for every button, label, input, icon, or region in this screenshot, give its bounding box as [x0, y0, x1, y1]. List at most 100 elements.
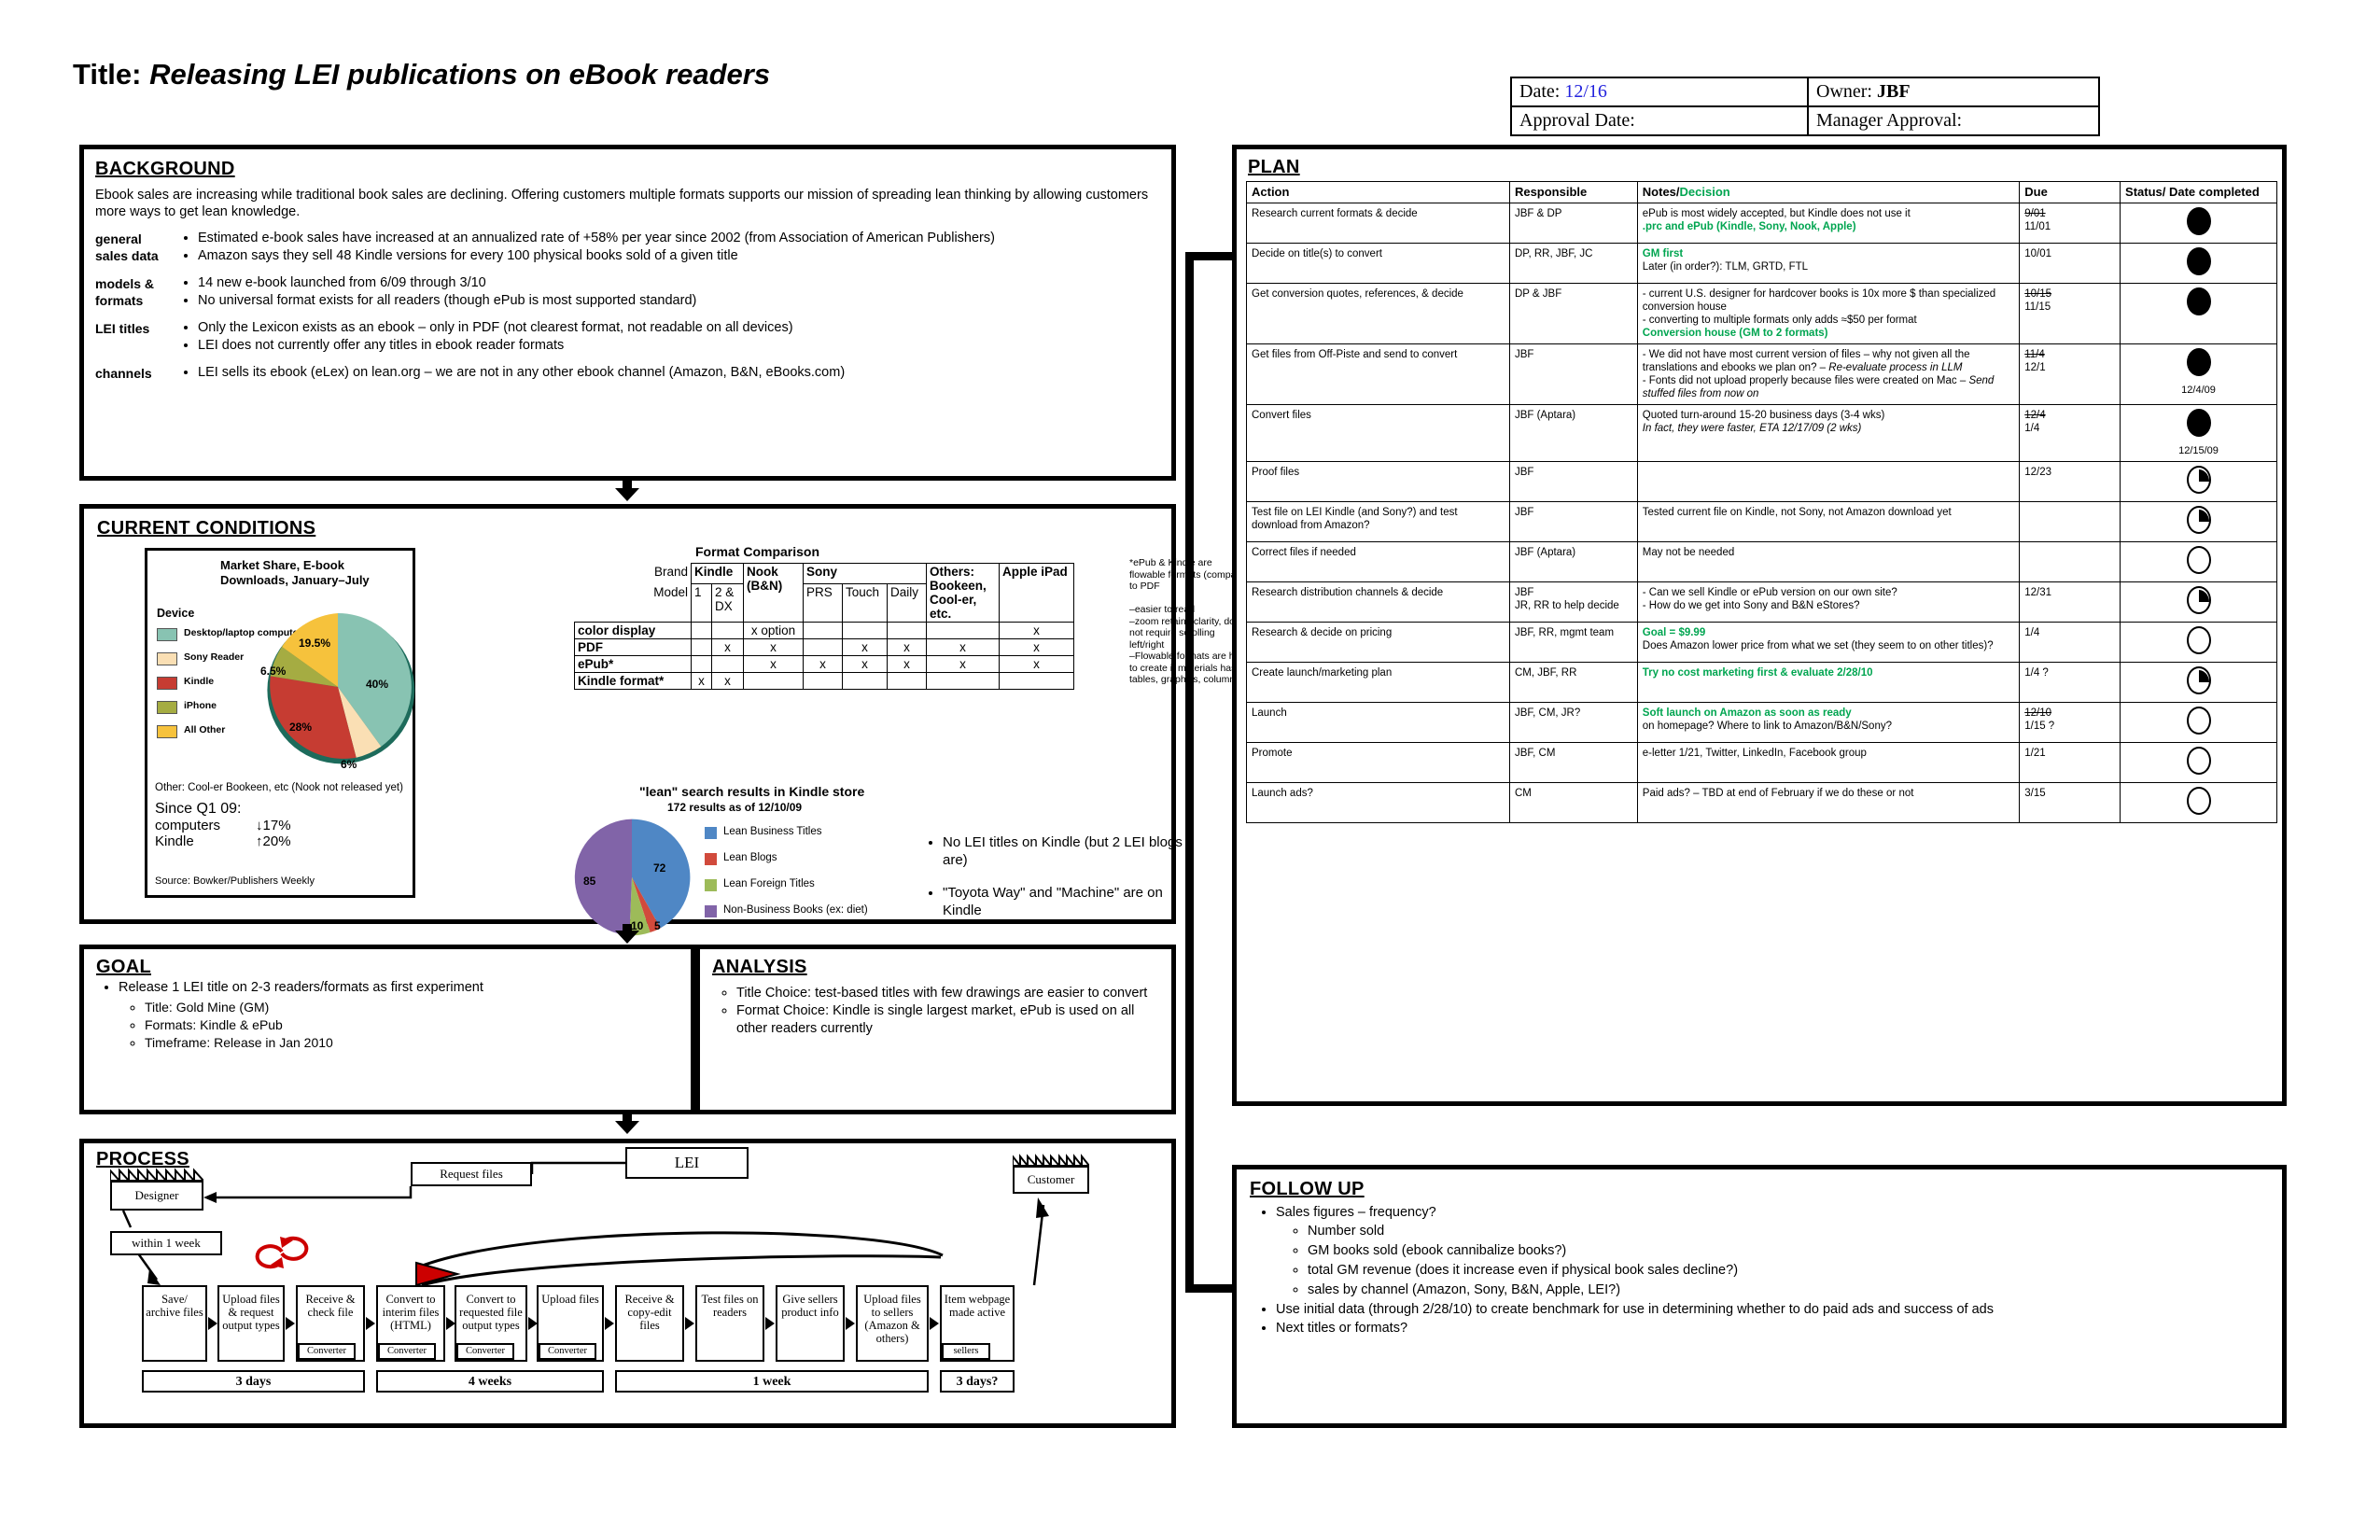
- plan-due: 9/0111/01: [2020, 203, 2121, 244]
- process-lei-box: LEI: [625, 1147, 749, 1179]
- table-row: Convert filesJBF (Aptara)Quoted turn-aro…: [1247, 405, 2277, 462]
- background-group-items: LEI sells its ebook (eLex) on lean.org –…: [177, 364, 1160, 382]
- kindle-search-title: "lean" search results in Kindle store: [639, 784, 864, 799]
- plan-action: Launch ads?: [1247, 783, 1510, 823]
- goal-main-text: Release 1 LEI title on 2-3 readers/forma…: [119, 980, 483, 995]
- cell: [804, 623, 843, 639]
- plan-action: Convert files: [1247, 405, 1510, 462]
- cell: x: [843, 639, 888, 656]
- background-group-channels: channels LEI sells its ebook (eLex) on l…: [95, 364, 1160, 382]
- plan-due-old: 10/15: [2024, 287, 2115, 301]
- process-step-text: Convert to requested file output types: [459, 1293, 523, 1332]
- process-step: Convert to requested file output types C…: [455, 1285, 527, 1362]
- cell: x: [744, 656, 804, 673]
- plan-notes: Try no cost marketing first & evaluate 2…: [1637, 663, 2019, 703]
- kindle-search-legend: Lean Business Titles Lean Blogs Lean For…: [705, 826, 868, 931]
- cell: x: [927, 656, 1000, 673]
- current-conditions-heading: CURRENT CONDITIONS: [97, 518, 315, 539]
- process-step: Give sellers product info: [776, 1285, 845, 1362]
- plan-status-date: 12/4/09: [2125, 384, 2272, 397]
- plan-status: [2121, 203, 2277, 244]
- status-indicator-icon: [2187, 348, 2211, 376]
- plan-action: Test file on LEI Kindle (and Sony?) and …: [1247, 502, 1510, 542]
- list-item: total GM revenue (does it increase even …: [1308, 1261, 2269, 1281]
- cell: x: [1000, 639, 1074, 656]
- process-timebar: 1 week: [615, 1370, 929, 1393]
- model-daily: Daily: [888, 584, 927, 623]
- plan-due: [2020, 542, 2121, 582]
- pie-value-label: 85: [583, 875, 595, 888]
- owner-label: Owner:: [1816, 81, 1872, 102]
- flow-arrow-head: [615, 1121, 639, 1134]
- status-indicator-icon: [2187, 707, 2211, 735]
- cell: [712, 623, 744, 639]
- process-step-text: Save/ archive files: [146, 1293, 203, 1319]
- cell: [843, 673, 888, 690]
- plan-due-current: 11/15: [2024, 301, 2115, 314]
- legend-swatch: [705, 905, 717, 917]
- plan-due: 10/1511/15: [2020, 284, 2121, 344]
- current-conditions-bullets: No LEI titles on Kindle (but 2 LEI blogs…: [924, 833, 1185, 934]
- since-table: computers ↓17% Kindle ↑20%: [155, 818, 291, 849]
- table-row: Proof filesJBF12/23: [1247, 462, 2277, 502]
- market-share-pie-panel: Market Share, E-book Downloads, January–…: [145, 548, 415, 898]
- plan-note-line: Tested current file on Kindle, not Sony,…: [1643, 506, 2014, 519]
- plan-action: Promote: [1247, 743, 1510, 783]
- legend-label: iPhone: [184, 700, 217, 711]
- plan-due: 12/101/15 ?: [2020, 703, 2121, 743]
- plan-action: Correct files if needed: [1247, 542, 1510, 582]
- legend-swatch: [705, 879, 717, 891]
- plan-note-line: - current U.S. designer for hardcover bo…: [1643, 287, 2014, 314]
- plan-note-line: Does Amazon lower price from what we set…: [1643, 639, 2014, 652]
- plan-status: [2121, 542, 2277, 582]
- table-row: Test file on LEI Kindle (and Sony?) and …: [1247, 502, 2277, 542]
- analysis-heading: ANALYSIS: [712, 957, 807, 978]
- plan-due: 11/412/1: [2020, 344, 2121, 405]
- background-group-lei: LEI titles Only the Lexicon exists as an…: [95, 319, 1160, 355]
- plan-note-line: In fact, they were faster, ETA 12/17/09 …: [1643, 422, 2014, 435]
- list-item: GM books sold (ebook cannibalize books?): [1308, 1241, 2269, 1261]
- status-indicator-icon: [2187, 207, 2211, 235]
- table-row: PromoteJBF, CMe-letter 1/21, Twitter, Li…: [1247, 743, 2277, 783]
- plan-notes: e-letter 1/21, Twitter, LinkedIn, Facebo…: [1637, 743, 2019, 783]
- cell: [888, 673, 927, 690]
- list-item: Amazon says they sell 48 Kindle versions…: [198, 247, 1160, 265]
- plan-notes: [1637, 462, 2019, 502]
- legend-swatch: [157, 652, 177, 665]
- since-row-name: computers: [155, 818, 220, 833]
- status-indicator-icon: [2187, 626, 2211, 654]
- plan-note-line: .prc and ePub (Kindle, Sony, Nook, Apple…: [1643, 220, 2014, 233]
- approval-row: Approval Date: Manager Approval:: [1512, 105, 2098, 134]
- cell: [692, 623, 712, 639]
- market-share-pie-chart: [259, 609, 416, 765]
- plan-section: PLAN Action Responsible Notes/Decision D…: [1232, 145, 2287, 1106]
- plan-status: [2121, 244, 2277, 284]
- background-group-items: 14 new e-book launched from 6/09 through…: [177, 274, 1160, 310]
- goal-body: Release 1 LEI title on 2-3 readers/forma…: [96, 979, 681, 1052]
- status-indicator-icon: [2187, 787, 2211, 815]
- legend-label: Non-Business Books (ex: diet): [723, 904, 868, 916]
- process-step-text: Give sellers product info: [781, 1293, 838, 1319]
- row-label-epub: ePub*: [575, 656, 692, 673]
- cell: x: [843, 656, 888, 673]
- cell: [927, 673, 1000, 690]
- process-customer-box: Customer: [1013, 1166, 1089, 1194]
- status-indicator-icon: [2187, 466, 2211, 494]
- analysis-body: Title Choice: test-based titles with few…: [712, 985, 1162, 1038]
- list-item: No LEI titles on Kindle (but 2 LEI blogs…: [943, 833, 1185, 869]
- factory-roof-icon: [110, 1166, 203, 1181]
- plan-due: 1/21: [2020, 743, 2121, 783]
- legend-item: Lean Blogs: [705, 852, 868, 865]
- process-section: PROCESS Designer Request files LEI Custo…: [79, 1139, 1176, 1428]
- date-value: 12/16: [1564, 81, 1607, 102]
- plan-action: Research current formats & decide: [1247, 203, 1510, 244]
- legend-item: Non-Business Books (ex: diet): [705, 904, 868, 917]
- list-item: Use initial data (through 2/28/10) to cr…: [1276, 1300, 2269, 1319]
- model-2dx: 2 & DX: [712, 584, 744, 623]
- process-step-sublabel: Converter: [378, 1343, 436, 1360]
- legend-label: All Other: [184, 724, 225, 735]
- cell: x: [744, 639, 804, 656]
- list-item: "Toyota Way" and "Machine" are on Kindle: [943, 884, 1185, 919]
- pie-value-label: 28%: [289, 721, 312, 734]
- plan-due: 12/31: [2020, 582, 2121, 623]
